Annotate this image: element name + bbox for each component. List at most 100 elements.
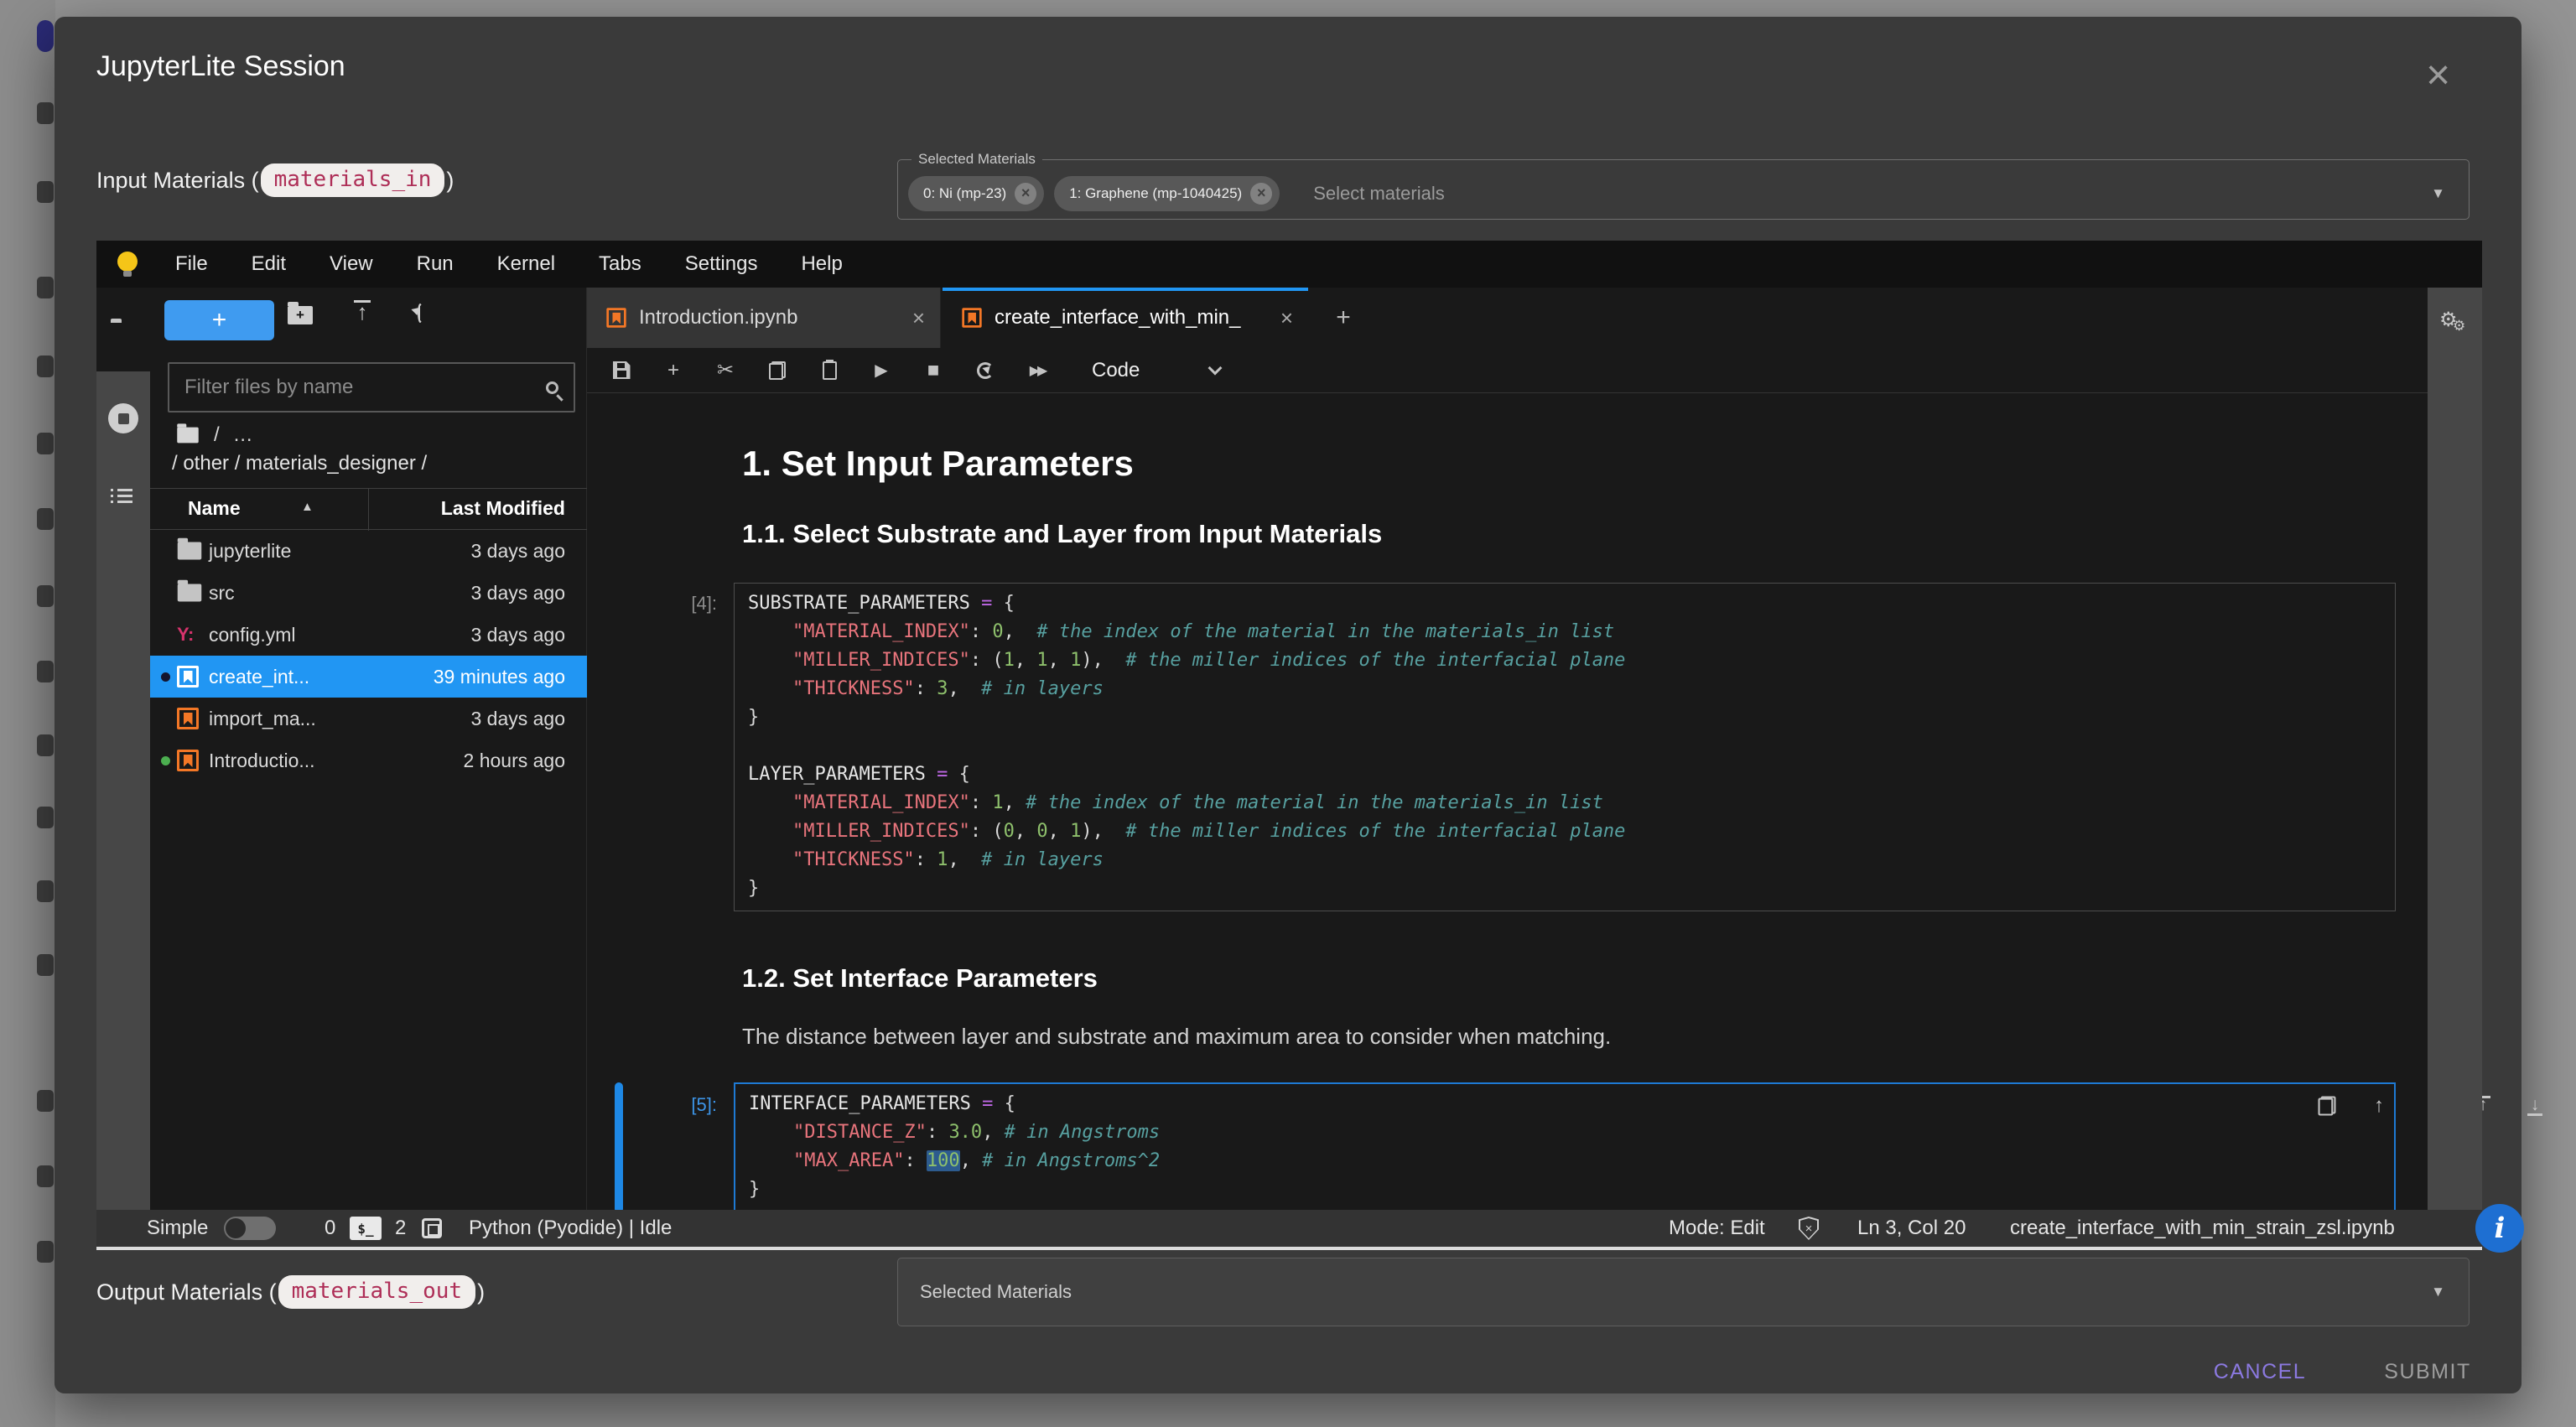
move-cell-up-icon[interactable]: ↑ [2368, 1096, 2390, 1116]
notebook-icon [962, 308, 981, 327]
code-cell-4[interactable]: SUBSTRATE_PARAMETERS = { "MATERIAL_INDEX… [734, 583, 2396, 911]
file-row-jupyterlite[interactable]: jupyterlite 3 days ago [150, 530, 587, 572]
simple-mode-toggle[interactable] [224, 1210, 276, 1247]
file-row-import-materials[interactable]: import_ma... 3 days ago [150, 698, 587, 739]
cell4-prompt: [4]: [595, 593, 717, 615]
file-name: import_ma... [209, 708, 316, 730]
kernel-count[interactable]: 2 [395, 1210, 406, 1247]
arrow-down-icon: ↓ [2531, 1095, 2540, 1114]
chevron-down-icon[interactable]: ▼ [2431, 1284, 2445, 1300]
cell-type-select[interactable]: Code [1092, 359, 1140, 382]
refresh-icon[interactable] [418, 306, 423, 321]
menu-tabs[interactable]: Tabs [599, 252, 641, 276]
running-sessions-icon[interactable] [108, 403, 138, 433]
heading-select-substrate: 1.1. Select Substrate and Layer from Inp… [742, 519, 1382, 549]
restart-run-all-icon[interactable]: ▶▶ [1026, 362, 1048, 379]
column-name[interactable]: Name [188, 497, 241, 520]
terminal-glyph: $_ [350, 1217, 382, 1240]
file-row-create-interface[interactable]: create_int... 39 minutes ago [150, 656, 587, 698]
run-icon[interactable]: ▶ [870, 361, 892, 381]
tab-close-icon[interactable]: × [912, 305, 925, 331]
chip-remove-icon[interactable]: × [1250, 183, 1272, 205]
jupyterlite-session-dialog: JupyterLite Session × Input Materials ( … [55, 17, 2521, 1393]
file-name: Introductio... [209, 750, 315, 772]
file-row-introduction[interactable]: Introductio... 2 hours ago [150, 739, 587, 781]
materials-out-pill: materials_out [278, 1275, 476, 1309]
new-launcher-button[interactable]: + [164, 300, 274, 340]
file-list-header[interactable]: Name ▲ Last Modified [150, 488, 587, 530]
home-folder-icon[interactable] [177, 428, 199, 444]
breadcrumb-root[interactable]: / [214, 423, 220, 447]
menu-settings[interactable]: Settings [685, 252, 758, 276]
background-app-icon [37, 508, 54, 530]
status-bar: Simple 0 $_ 2 Python (Pyodide) | Idle Mo… [96, 1210, 2482, 1247]
restart-kernel-icon[interactable] [974, 362, 996, 379]
tab-create-interface[interactable]: create_interface_with_min_ × [943, 288, 1308, 348]
screen: JupyterLite Session × Input Materials ( … [0, 0, 2576, 1427]
chevron-down-icon[interactable]: ▼ [2431, 185, 2445, 202]
cancel-button[interactable]: CANCEL [2197, 1352, 2323, 1392]
material-chip[interactable]: 1: Graphene (mp-1040425) × [1054, 176, 1280, 211]
terminal-icon[interactable]: $_ [350, 1210, 382, 1247]
breadcrumb-ellipsis[interactable]: … [233, 423, 253, 447]
insert-cell-icon[interactable]: + [662, 361, 684, 381]
menu-edit[interactable]: Edit [252, 252, 286, 276]
gear-icon[interactable]: ⚙ ⚙ [2439, 308, 2458, 332]
sort-asc-icon[interactable]: ▲ [301, 500, 314, 514]
filter-files-input[interactable]: Filter files by name [168, 362, 575, 413]
folder-icon [177, 584, 202, 602]
menu-help[interactable]: Help [801, 252, 842, 276]
breadcrumb[interactable]: / … [175, 423, 253, 447]
file-row-src[interactable]: src 3 days ago [150, 572, 587, 614]
material-chip[interactable]: 0: Ni (mp-23) × [908, 176, 1044, 211]
mode-indicator[interactable]: Mode: Edit [1669, 1210, 1765, 1247]
property-inspector-strip: ⚙ ⚙ [2428, 288, 2482, 1210]
code-line: } [748, 703, 2395, 732]
info-button[interactable]: i [2475, 1204, 2524, 1253]
close-icon[interactable]: × [2426, 54, 2450, 96]
running-kernel-dot [161, 756, 170, 765]
background-app-icon [37, 277, 54, 298]
background-app-icon [37, 102, 54, 124]
yaml-file-icon: Y: [177, 624, 194, 646]
heading-set-input-parameters: 1. Set Input Parameters [742, 444, 1134, 484]
code-line: } [749, 1175, 2394, 1204]
insert-cell-below-icon[interactable]: ↓ [2524, 1096, 2546, 1116]
output-materials-select[interactable]: Selected Materials ▼ [897, 1258, 2470, 1326]
input-materials-paren: ) [446, 168, 454, 194]
new-folder-icon[interactable]: + [288, 306, 313, 324]
add-tab-icon[interactable]: + [1327, 301, 1360, 335]
notebook-icon [606, 308, 626, 327]
notebook-icon [177, 666, 199, 688]
chip-remove-icon[interactable]: × [1015, 183, 1036, 205]
copy-icon[interactable] [766, 361, 788, 380]
menu-kernel[interactable]: Kernel [497, 252, 555, 276]
trust-shield-icon[interactable]: × [1799, 1210, 1819, 1247]
menu-run[interactable]: Run [417, 252, 454, 276]
menu-view[interactable]: View [330, 252, 373, 276]
cursor-position[interactable]: Ln 3, Col 20 [1857, 1210, 1966, 1247]
duplicate-cell-icon[interactable] [2316, 1097, 2338, 1115]
submit-button[interactable]: SUBMIT [2365, 1352, 2490, 1392]
materials-in-pill: materials_in [261, 163, 445, 197]
kernel-sessions-icon[interactable] [422, 1210, 442, 1247]
notebook-toolbar: + ✂ ▶ ■ ▶▶ Code [587, 348, 2428, 393]
tab-close-icon[interactable]: × [1280, 305, 1293, 331]
activity-bar [96, 288, 150, 1210]
file-row-config-yml[interactable]: Y: config.yml 3 days ago [150, 614, 587, 656]
cut-icon[interactable]: ✂ [714, 361, 736, 381]
paste-icon[interactable] [818, 361, 840, 380]
chevron-down-icon[interactable] [1208, 361, 1223, 375]
menu-file[interactable]: File [175, 252, 208, 276]
terminal-count[interactable]: 0 [325, 1210, 335, 1247]
materials-select-field[interactable]: Selected Materials 0: Ni (mp-23) × 1: Gr… [897, 151, 2470, 220]
shield-x-glyph: × [1800, 1218, 1817, 1238]
tab-filebrowser[interactable] [96, 288, 150, 371]
stop-icon[interactable]: ■ [922, 361, 944, 381]
tab-introduction-ipynb[interactable]: Introduction.ipynb × [587, 288, 941, 348]
breadcrumb-path[interactable]: / other / materials_designer / [172, 452, 427, 475]
column-last-modified[interactable]: Last Modified [441, 497, 565, 520]
kernel-status-text[interactable]: Python (Pyodide) | Idle [469, 1210, 672, 1247]
code-cell-5[interactable]: ↑ ↓ ↑ ↓ INTERFACE_PARAMETERS = { "DISTAN… [734, 1082, 2396, 1213]
save-icon[interactable] [610, 361, 632, 379]
